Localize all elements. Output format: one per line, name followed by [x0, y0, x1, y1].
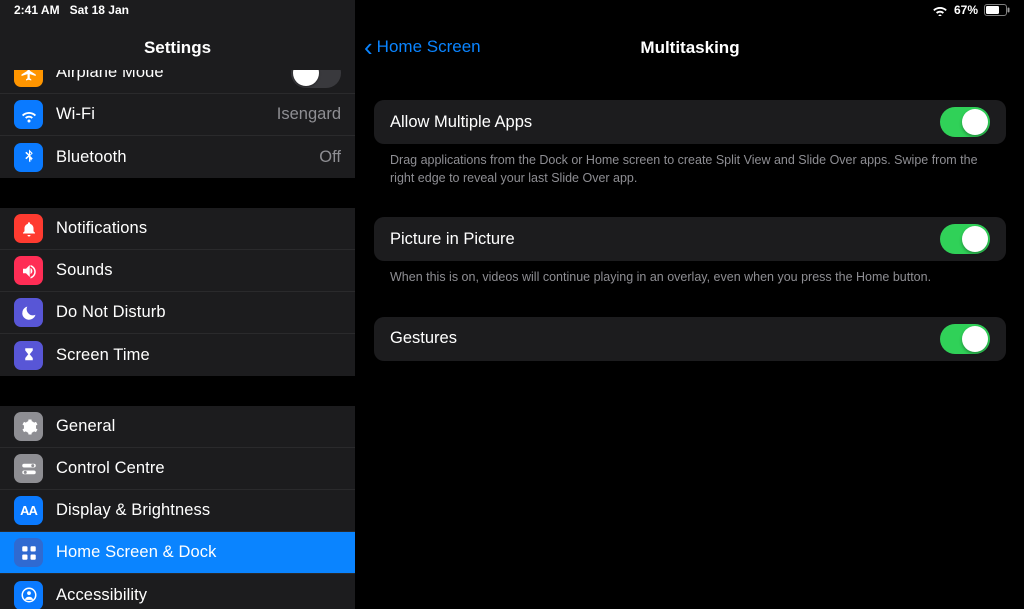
- status-bar: 2:41 AM Sat 18 Jan 67%: [0, 0, 1024, 20]
- sidebar-item-label: Sounds: [56, 261, 341, 280]
- status-time: 2:41 AM: [14, 3, 60, 17]
- status-battery-pct: 67%: [954, 3, 978, 17]
- toggle-gestures[interactable]: [940, 324, 990, 354]
- airplane-icon: [14, 70, 43, 87]
- setting-label: Picture in Picture: [390, 230, 940, 249]
- sidebar-item-accessibility[interactable]: Accessibility: [0, 574, 355, 609]
- battery-icon: [984, 4, 1010, 16]
- setting-label: Allow Multiple Apps: [390, 113, 940, 132]
- status-date: Sat 18 Jan: [70, 3, 129, 17]
- sidebar-item-value: Isengard: [277, 105, 341, 124]
- back-label: Home Screen: [377, 37, 481, 57]
- sidebar-item-homescreen[interactable]: Home Screen & Dock: [0, 532, 355, 574]
- sidebar-item-general[interactable]: General: [0, 406, 355, 448]
- sidebar-item-label: Notifications: [56, 219, 341, 238]
- sidebar-item-label: Do Not Disturb: [56, 303, 341, 322]
- person-icon: [14, 581, 43, 609]
- sidebar-item-notifications[interactable]: Notifications: [0, 208, 355, 250]
- setting-row-gestures: Gestures: [374, 317, 1006, 361]
- sidebar-item-label: Accessibility: [56, 586, 341, 605]
- sidebar-item-wifi[interactable]: Wi-FiIsengard: [0, 94, 355, 136]
- gear-icon: [14, 412, 43, 441]
- sidebar-item-label: Display & Brightness: [56, 501, 341, 520]
- sidebar-item-screentime[interactable]: Screen Time: [0, 334, 355, 376]
- wifi-icon: [14, 100, 43, 129]
- sidebar-item-label: General: [56, 417, 341, 436]
- sidebar-scroll[interactable]: Airplane ModeWi-FiIsengardBluetoothOffNo…: [0, 70, 355, 609]
- aa-icon: AA: [14, 496, 43, 525]
- grid-icon: [14, 538, 43, 567]
- moon-icon: [14, 298, 43, 327]
- sidebar-item-sounds[interactable]: Sounds: [0, 250, 355, 292]
- toggle-allow_multiple[interactable]: [940, 107, 990, 137]
- sidebar-item-label: Wi-Fi: [56, 105, 277, 124]
- sidebar-item-label: Airplane Mode: [56, 70, 291, 82]
- sidebar-title: Settings: [144, 38, 211, 58]
- sidebar-item-label: Control Centre: [56, 459, 341, 478]
- hourglass-icon: [14, 341, 43, 370]
- speaker-icon: [14, 256, 43, 285]
- chevron-left-icon: ‹: [364, 34, 373, 60]
- wifi-icon: [932, 4, 948, 16]
- detail-panel: ‹ Home Screen Multitasking Allow Multipl…: [356, 0, 1024, 609]
- sidebar-item-value: Off: [319, 148, 341, 167]
- sidebar-item-label: Bluetooth: [56, 148, 319, 167]
- sidebar-item-display[interactable]: AA Display & Brightness: [0, 490, 355, 532]
- sidebar-item-bluetooth[interactable]: BluetoothOff: [0, 136, 355, 178]
- airplane-toggle[interactable]: [291, 70, 341, 88]
- setting-label: Gestures: [390, 329, 940, 348]
- switches-icon: [14, 454, 43, 483]
- bluetooth-icon: [14, 143, 43, 172]
- sidebar-item-dnd[interactable]: Do Not Disturb: [0, 292, 355, 334]
- back-button[interactable]: ‹ Home Screen: [364, 34, 481, 60]
- sidebar-item-label: Home Screen & Dock: [56, 543, 341, 562]
- setting-footer: When this is on, videos will continue pl…: [374, 261, 1006, 287]
- bell-icon: [14, 214, 43, 243]
- toggle-pip[interactable]: [940, 224, 990, 254]
- setting-row-allow_multiple: Allow Multiple Apps: [374, 100, 1006, 144]
- sidebar-item-airplane[interactable]: Airplane Mode: [0, 70, 355, 94]
- sidebar-item-controlcentre[interactable]: Control Centre: [0, 448, 355, 490]
- setting-footer: Drag applications from the Dock or Home …: [374, 144, 1006, 187]
- settings-sidebar: Settings Airplane ModeWi-FiIsengardBluet…: [0, 0, 356, 609]
- setting-row-pip: Picture in Picture: [374, 217, 1006, 261]
- sidebar-item-label: Screen Time: [56, 346, 341, 365]
- detail-title: Multitasking: [640, 38, 739, 58]
